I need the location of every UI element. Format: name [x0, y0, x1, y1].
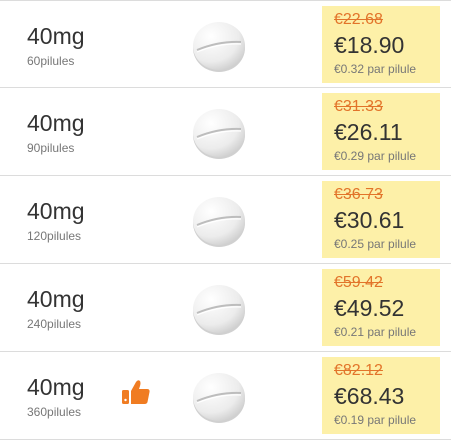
price-box: €59.42 €49.52 €0.21 par pilule — [322, 269, 440, 346]
price: €49.52 — [334, 295, 405, 321]
offer-row[interactable]: 40mg 90pilules €31.33 €26.11 €0.29 par p… — [0, 88, 451, 176]
quantity-label: 240pilules — [27, 317, 82, 331]
dose-label: 40mg — [27, 286, 85, 312]
price: €68.43 — [334, 383, 405, 409]
pill-icon — [193, 22, 245, 72]
offer-row[interactable]: 40mg 60pilules €22.68 €18.90 €0.32 par p… — [0, 0, 451, 88]
price-box: €22.68 €18.90 €0.32 par pilule — [322, 6, 440, 83]
dose-label: 40mg — [27, 198, 85, 224]
old-price: €59.42 — [334, 274, 383, 291]
old-price: €82.12 — [334, 362, 383, 379]
price-per-pill: €0.32 par pilule — [334, 62, 417, 76]
old-price: €22.68 — [334, 11, 383, 28]
offer-row[interactable]: 40mg 360pilules €82.12 €68.43 €0.19 par — [0, 352, 451, 440]
price-per-pill: €0.29 par pilule — [334, 149, 417, 163]
quantity-label: 60pilules — [27, 54, 75, 68]
price: €18.90 — [334, 32, 405, 58]
old-price: €31.33 — [334, 98, 383, 115]
price: €26.11 — [334, 119, 403, 145]
quantity-label: 360pilules — [27, 405, 82, 419]
pill-icon — [193, 109, 245, 159]
price-box: €31.33 €26.11 €0.29 par pilule — [322, 93, 440, 170]
old-price: €36.73 — [334, 186, 383, 203]
dose-label: 40mg — [27, 110, 85, 136]
offer-row[interactable]: 40mg 120pilules €36.73 €30.61 €0.25 par … — [0, 176, 451, 264]
pill-icon — [193, 197, 245, 247]
price-per-pill: €0.25 par pilule — [334, 237, 417, 251]
dose-label: 40mg — [27, 374, 85, 400]
offer-list: 40mg 60pilules €22.68 €18.90 €0.32 par p… — [0, 0, 451, 447]
pill-icon — [193, 373, 245, 423]
thumbs-up-icon — [122, 380, 150, 404]
price: €30.61 — [334, 207, 405, 233]
price-box: €82.12 €68.43 €0.19 par pilule — [322, 357, 440, 434]
price-per-pill: €0.21 par pilule — [334, 325, 417, 339]
price-box: €36.73 €30.61 €0.25 par pilule — [322, 181, 440, 258]
dose-label: 40mg — [27, 23, 85, 49]
pill-icon — [193, 285, 245, 335]
quantity-label: 120pilules — [27, 229, 82, 243]
price-per-pill: €0.19 par pilule — [334, 413, 417, 427]
offer-row[interactable]: 40mg 240pilules €59.42 €49.52 €0.21 par … — [0, 264, 451, 352]
quantity-label: 90pilules — [27, 141, 75, 155]
